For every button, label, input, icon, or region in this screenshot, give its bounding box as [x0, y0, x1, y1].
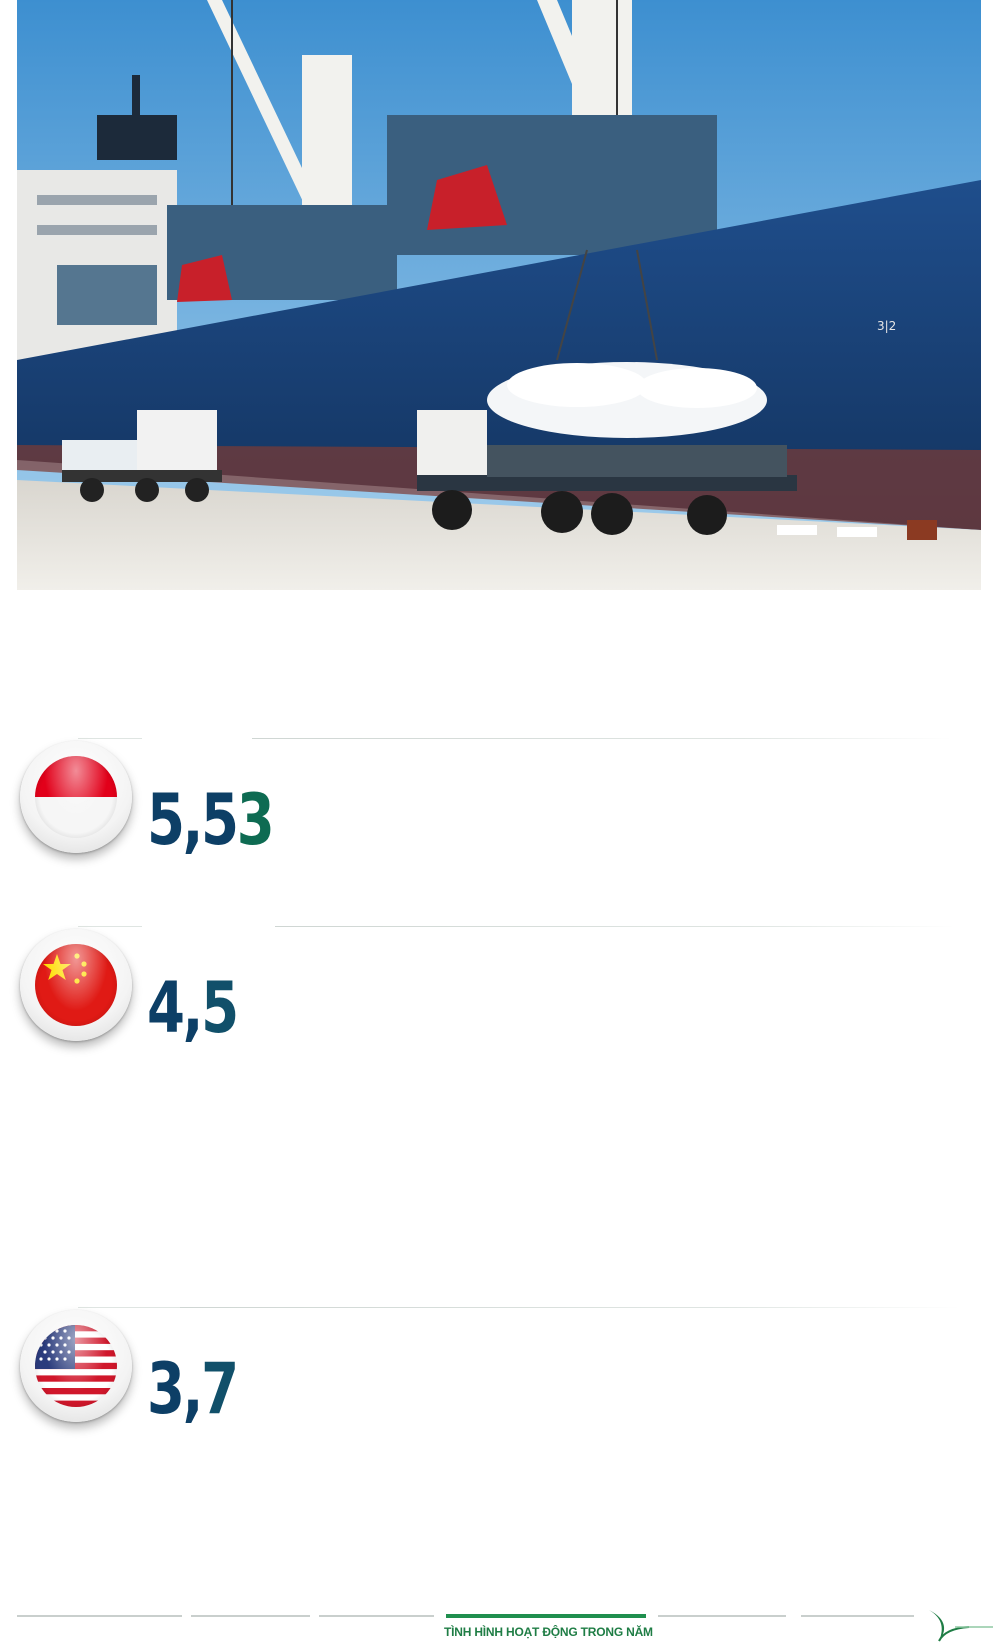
stat-value-indonesia: 5,53 — [147, 785, 275, 855]
stat-value-usa: 3,7 — [147, 1354, 239, 1424]
stat-value-china: 4,5 — [147, 973, 239, 1043]
footer-tab-divider — [658, 1615, 786, 1617]
footer-tab-divider — [17, 1615, 182, 1617]
footer-section-label[interactable]: TÌNH HÌNH HOẠT ĐỘNG TRONG NĂM — [444, 1625, 653, 1639]
company-leaf-logo-icon — [925, 1607, 995, 1643]
row-divider — [252, 738, 952, 739]
cargo-ship-illustration: 3|2 — [17, 0, 981, 590]
row-divider-stub — [78, 738, 142, 739]
row-divider — [180, 1307, 960, 1308]
hero-photo: 3|2 — [17, 0, 981, 590]
footer-tab-active — [446, 1614, 646, 1618]
stat-value-main: 3, — [147, 1348, 203, 1430]
stat-value-tail: 7 — [201, 1348, 239, 1430]
footer-tab-divider — [191, 1615, 310, 1617]
footer-tab-divider — [801, 1615, 914, 1617]
stat-value-main: 5,5 — [147, 779, 239, 861]
row-divider-stub — [78, 1307, 180, 1308]
row-divider — [275, 926, 955, 927]
flag-badge-usa — [20, 1310, 132, 1422]
stat-value-tail: 5 — [201, 967, 239, 1049]
flag-badge-china — [20, 929, 132, 1041]
stat-value-main: 4, — [147, 967, 203, 1049]
stat-value-tail: 3 — [236, 779, 275, 861]
flag-badge-indonesia — [20, 741, 132, 853]
row-divider-stub — [78, 926, 142, 927]
hull-marking: 3|2 — [877, 319, 896, 333]
footer-tab-divider — [319, 1615, 434, 1617]
